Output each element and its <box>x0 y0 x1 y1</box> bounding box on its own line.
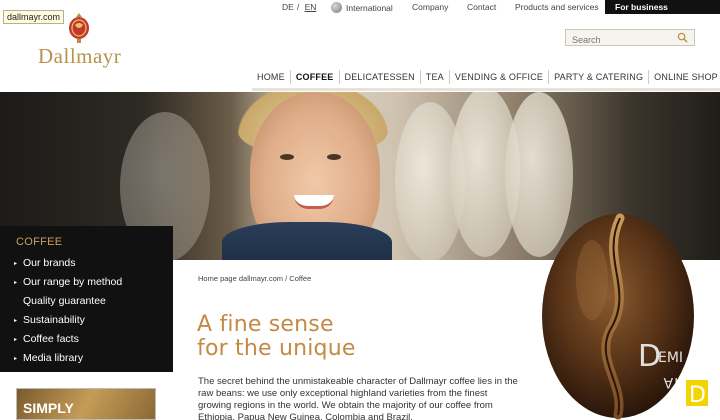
svg-text:D: D <box>689 383 706 408</box>
business-customers-label: For business customers <box>615 2 668 22</box>
sidebar-item-our-range[interactable]: ▸ Our range by method <box>0 273 173 292</box>
contact-link[interactable]: Contact <box>467 2 496 12</box>
lang-separator: / <box>296 2 300 12</box>
hero-eye <box>280 154 294 160</box>
sidebar-item-label: Quality guarantee <box>23 295 106 307</box>
hero-collar <box>222 222 392 260</box>
hero-eye <box>327 154 341 160</box>
sidebar-item-label: Sustainability <box>23 314 85 326</box>
international-label: International <box>346 2 393 13</box>
svg-text:EMI: EMI <box>658 350 683 366</box>
nav-item-delicatessen[interactable]: DELICATESSEN <box>338 70 420 84</box>
headline-line-2: for the unique <box>197 336 356 361</box>
sidebar-item-label: Our brands <box>23 257 76 269</box>
sidebar-item-label: Coffee facts <box>23 333 79 345</box>
business-customers-button[interactable]: For business customers ▶ <box>605 0 720 22</box>
sidebar-item-media-library[interactable]: ▸ Media library <box>0 349 173 368</box>
site-header: Dallmayr DE / EN International Company Co… <box>0 0 720 92</box>
main-navigation: HOME COFFEE DELICATESSEN TEA VENDING & O… <box>252 70 720 84</box>
nav-item-tea[interactable]: TEA <box>419 70 449 84</box>
sidebar-item-quality-guarantee[interactable]: ▸Quality guarantee <box>0 292 173 311</box>
language-switcher: DE / EN <box>282 2 319 12</box>
international-link[interactable]: International <box>331 2 393 13</box>
lang-de-link[interactable]: DE <box>282 2 294 12</box>
intro-paragraph: The secret behind the unmistakeable char… <box>198 376 518 420</box>
watermark-logo: D EMI POTA D <box>638 339 708 408</box>
nav-item-vending-office[interactable]: VENDING & OFFICE <box>448 70 548 84</box>
lang-en-link[interactable]: EN <box>305 2 317 12</box>
bullet-icon: ▸ <box>14 355 18 362</box>
bullet-icon: ▸ <box>14 317 18 324</box>
arrow-right-icon: ▶ <box>663 15 669 22</box>
nav-divider <box>252 88 720 91</box>
top-bar: DE / EN International Company Contact Pro… <box>0 0 720 22</box>
sidebar-item-label: Media library <box>23 352 84 364</box>
sidebar-title[interactable]: COFFEE <box>0 226 173 254</box>
promo-banner[interactable]: SIMPLY <box>16 388 156 420</box>
brand-logo[interactable]: Dallmayr <box>38 44 121 69</box>
search-box <box>565 29 695 48</box>
crest-icon[interactable] <box>66 12 92 44</box>
products-link[interactable]: Products and services <box>515 2 599 12</box>
sidebar-item-our-brands[interactable]: ▸ Our brands <box>0 254 173 273</box>
promo-label: SIMPLY <box>23 400 74 416</box>
breadcrumb[interactable]: Home page dallmayr.com / Coffee <box>198 274 311 283</box>
sidebar-item-coffee-facts[interactable]: ▸ Coffee facts <box>0 330 173 349</box>
sidebar-menu: ▸Our brands ▸Our range by method ▸Qualit… <box>0 254 173 368</box>
nav-item-coffee[interactable]: COFFEE <box>289 70 339 84</box>
nav-item-home[interactable]: HOME <box>252 70 290 84</box>
section-sidebar: COFFEE ▸ Our brands ▸ Our range by method … <box>0 226 173 372</box>
search-input[interactable] <box>566 32 671 48</box>
search-icon[interactable] <box>677 32 688 43</box>
sidebar-item-label: Our range by method <box>23 276 123 288</box>
bullet-icon: ▸ <box>14 260 18 267</box>
nav-item-online-shop[interactable]: ONLINE SHOP <box>648 70 720 84</box>
page-headline: A fine sense for the unique <box>197 313 356 361</box>
sidebar-item-sustainability[interactable]: ▸ Sustainability <box>0 311 173 330</box>
company-link[interactable]: Company <box>412 2 448 12</box>
bullet-icon: ▸ <box>14 279 18 286</box>
nav-item-party-catering[interactable]: PARTY & CATERING <box>548 70 648 84</box>
globe-icon <box>331 2 342 13</box>
bullet-icon: ▸ <box>14 336 18 343</box>
url-tooltip: dallmayr.com <box>3 10 65 24</box>
headline-line-1: A fine sense <box>197 312 334 337</box>
